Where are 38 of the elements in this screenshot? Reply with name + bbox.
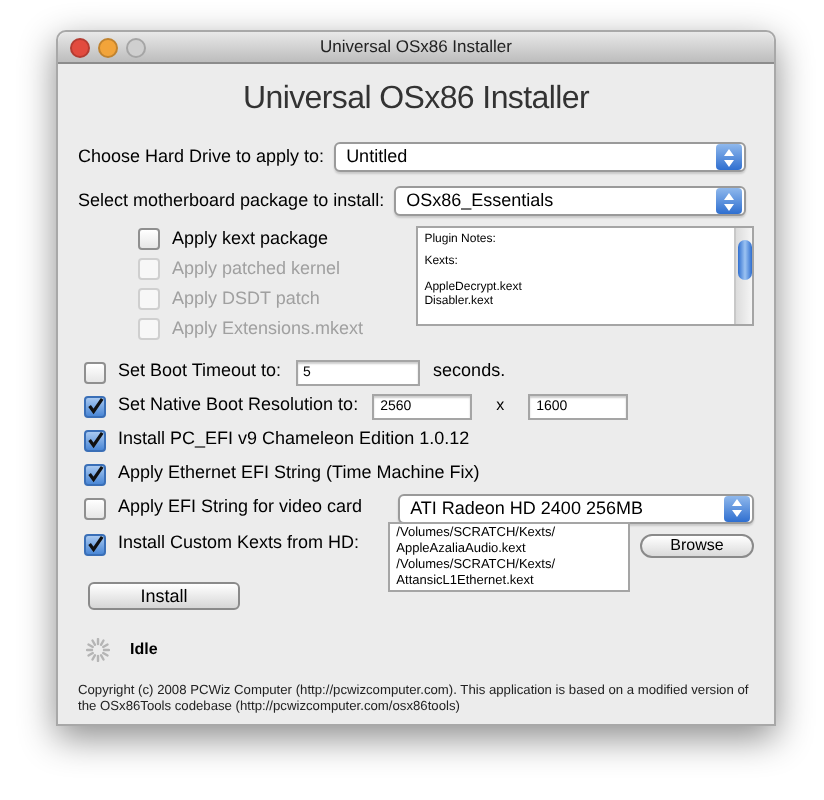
checkbox[interactable] xyxy=(84,429,106,451)
stepper-arrows-icon xyxy=(716,144,742,170)
dropdown[interactable]: ATI Radeon HD 2400 256MB xyxy=(398,493,754,523)
app-heading: Universal OSx86 Installer xyxy=(242,80,590,120)
minimize-button[interactable] xyxy=(98,37,118,57)
checkbox-label: Apply patched kernel xyxy=(172,255,341,282)
checkbox[interactable] xyxy=(84,533,106,555)
stepper-arrows-icon xyxy=(716,188,742,214)
scroll-thumb[interactable] xyxy=(737,240,751,280)
field-label: Select motherboard package to install: xyxy=(78,187,385,214)
dropdown[interactable]: OSx86_Essentials xyxy=(394,186,746,216)
checkbox[interactable] xyxy=(84,395,106,417)
zoom-button[interactable] xyxy=(126,37,146,57)
checkbox-label: Install PC_EFI v9 Chameleon Edition 1.0.12 xyxy=(118,426,470,453)
field-label: Choose Hard Drive to apply to: xyxy=(78,143,325,170)
status-text: Idle xyxy=(130,638,158,662)
times-sign: x xyxy=(496,394,505,418)
stepper-arrows-icon xyxy=(724,495,750,521)
checkbox-label: Apply kext package xyxy=(172,225,329,252)
browse-button[interactable]: Browse xyxy=(640,534,754,558)
checkbox-label: Set Native Boot Resolution to: xyxy=(118,392,359,419)
spinner-icon xyxy=(86,638,110,662)
checkbox[interactable] xyxy=(84,361,106,383)
install-button[interactable]: Install xyxy=(88,582,240,610)
checkbox-label: Apply DSDT patch xyxy=(172,285,320,312)
unit-label: seconds. xyxy=(433,358,506,385)
close-button[interactable] xyxy=(70,37,90,57)
checkbox[interactable] xyxy=(138,228,160,250)
window-title: Universal OSx86 Installer xyxy=(318,34,514,60)
checkbox-label: Apply EFI String for video card xyxy=(118,494,363,521)
checkbox-label: Apply Ethernet EFI String (Time Machine Fix) xyxy=(118,460,480,487)
checkbox[interactable] xyxy=(84,463,106,485)
dropdown[interactable]: Untitled xyxy=(334,142,746,172)
checkbox-label: Set Boot Timeout to: xyxy=(118,358,282,385)
checkbox[interactable] xyxy=(84,497,106,519)
scrollbar[interactable] xyxy=(734,228,752,324)
checkbox-label: Install Custom Kexts from HD: xyxy=(118,530,360,557)
checkbox-label: Apply Extensions.mkext xyxy=(172,315,364,342)
